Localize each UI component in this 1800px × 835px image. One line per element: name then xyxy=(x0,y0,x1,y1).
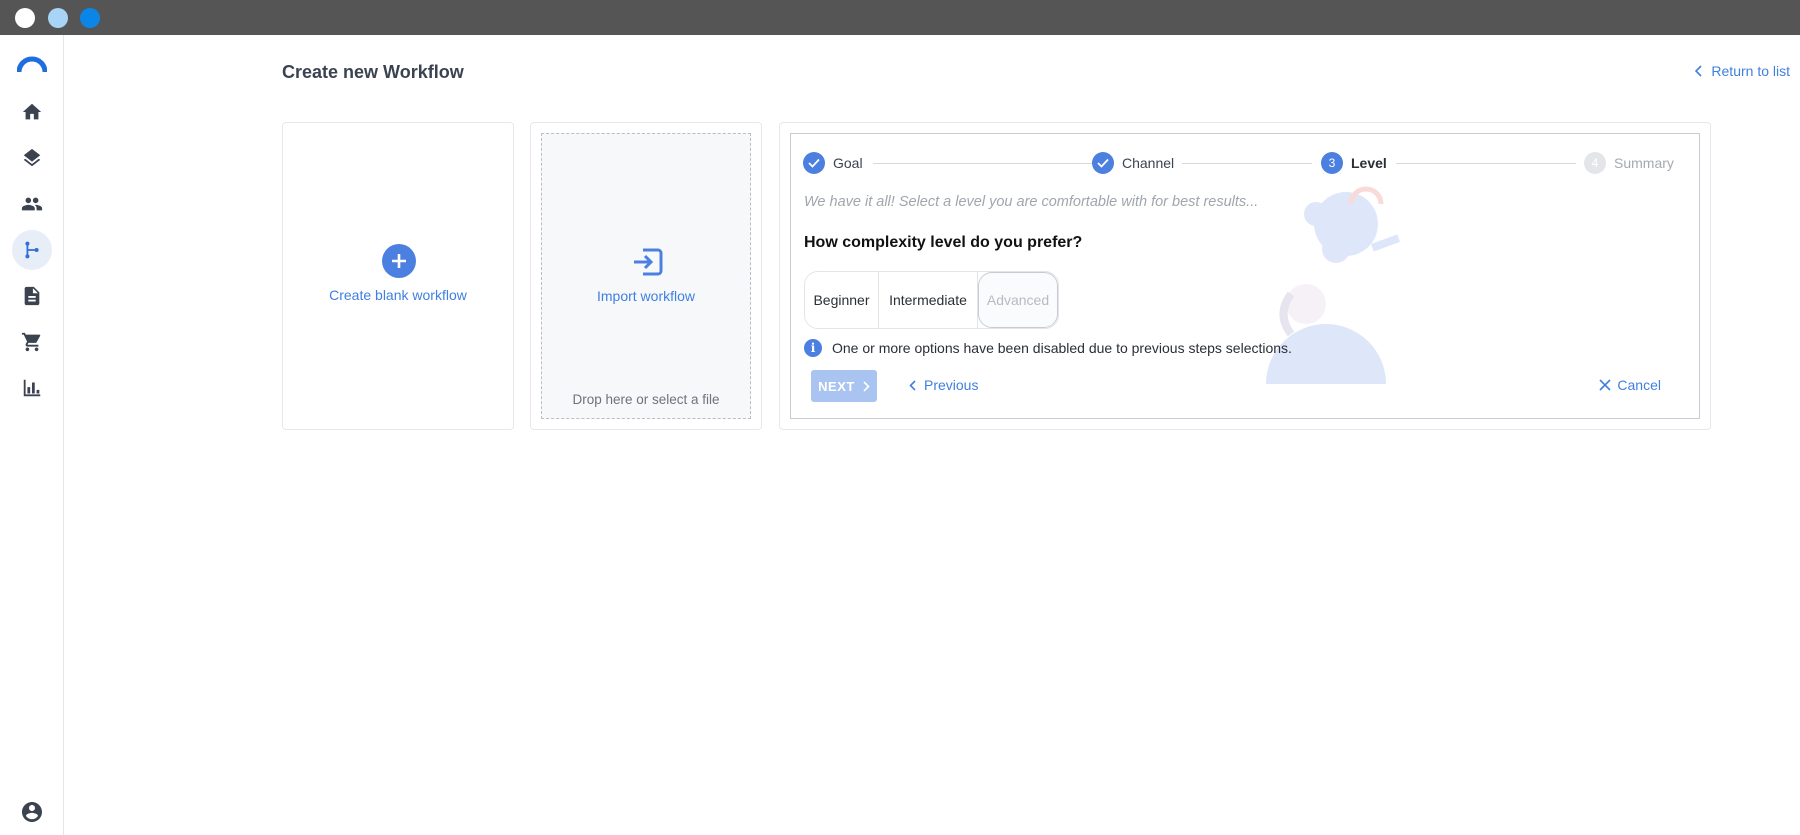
window-close-button[interactable] xyxy=(15,8,35,28)
option-beginner[interactable]: Beginner xyxy=(805,272,879,328)
step-number-badge: 4 xyxy=(1584,152,1606,174)
sidebar-item-layers[interactable] xyxy=(12,138,52,178)
previous-button[interactable]: Previous xyxy=(909,377,978,393)
chevron-left-icon xyxy=(1695,65,1702,77)
step-summary: 4 Summary xyxy=(1584,152,1674,174)
check-icon xyxy=(803,152,825,174)
page-title: Create new Workflow xyxy=(282,62,464,82)
people-icon xyxy=(21,197,43,211)
sidebar-item-analytics[interactable] xyxy=(12,368,52,408)
window-titlebar xyxy=(0,0,1800,35)
create-blank-workflow-card[interactable]: Create blank workflow xyxy=(282,122,514,430)
sidebar-item-people[interactable] xyxy=(12,184,52,224)
file-drop-zone[interactable]: Import workflow Drop here or select a fi… xyxy=(541,133,751,419)
step-connector xyxy=(1182,163,1312,164)
step-channel-label: Channel xyxy=(1122,155,1175,171)
account-circle-icon[interactable] xyxy=(20,800,44,824)
document-icon xyxy=(24,286,40,306)
return-to-list-label: Return to list xyxy=(1711,63,1790,79)
close-icon xyxy=(1599,379,1611,391)
bar-chart-icon xyxy=(23,379,41,397)
sidebar-nav xyxy=(0,35,64,835)
app-logo-icon[interactable] xyxy=(17,55,47,73)
layers-icon xyxy=(23,148,41,167)
cart-icon xyxy=(21,332,41,352)
step-channel[interactable]: Channel xyxy=(1092,152,1174,174)
notice-text: One or more options have been disabled d… xyxy=(832,340,1292,356)
disabled-options-notice: i One or more options have been disabled… xyxy=(804,339,1292,357)
add-circle-icon xyxy=(382,244,416,278)
chevron-right-icon xyxy=(863,380,870,392)
check-icon xyxy=(1092,152,1114,174)
step-summary-label: Summary xyxy=(1614,155,1674,171)
next-button[interactable]: NEXT xyxy=(811,370,877,402)
step-goal-label: Goal xyxy=(833,155,863,171)
sidebar-item-home[interactable] xyxy=(12,92,52,132)
next-label: NEXT xyxy=(818,378,855,394)
sidebar-item-documents[interactable] xyxy=(12,276,52,316)
cancel-button[interactable]: Cancel xyxy=(1599,377,1661,393)
import-icon xyxy=(634,248,663,276)
info-icon: i xyxy=(804,339,822,357)
import-workflow-label: Import workflow xyxy=(596,288,696,304)
import-workflow-card[interactable]: Import workflow Drop here or select a fi… xyxy=(530,122,762,430)
drop-hint-text: Drop here or select a file xyxy=(572,392,720,407)
wizard-subtitle: We have it all! Select a level you are c… xyxy=(804,194,1259,210)
return-to-list-link[interactable]: Return to list xyxy=(1695,63,1790,79)
step-number-badge: 3 xyxy=(1321,152,1343,174)
create-blank-workflow-label: Create blank workflow xyxy=(329,287,467,303)
level-selector: Beginner Intermediate Advanced xyxy=(804,271,1059,329)
option-advanced: Advanced xyxy=(978,272,1058,328)
step-connector xyxy=(873,163,1095,164)
step-goal[interactable]: Goal xyxy=(803,152,863,174)
sidebar-item-workflows[interactable] xyxy=(12,230,52,270)
step-connector xyxy=(1396,163,1576,164)
option-intermediate[interactable]: Intermediate xyxy=(879,272,978,328)
cancel-label: Cancel xyxy=(1617,377,1661,393)
wizard-panel: Goal Channel 3 Level 4 Summary We have i… xyxy=(790,133,1700,419)
sidebar-item-cart[interactable] xyxy=(12,322,52,362)
wizard-question: How complexity level do you prefer? xyxy=(804,234,1083,251)
previous-label: Previous xyxy=(924,377,979,393)
step-level-label: Level xyxy=(1351,155,1387,171)
step-level[interactable]: 3 Level xyxy=(1321,152,1387,174)
chevron-left-icon xyxy=(909,379,916,391)
workflow-wizard-card: Goal Channel 3 Level 4 Summary We have i… xyxy=(779,122,1711,430)
workflow-icon xyxy=(25,241,39,259)
window-maximize-button[interactable] xyxy=(80,8,100,28)
home-icon xyxy=(22,103,42,120)
window-minimize-button[interactable] xyxy=(48,8,68,28)
